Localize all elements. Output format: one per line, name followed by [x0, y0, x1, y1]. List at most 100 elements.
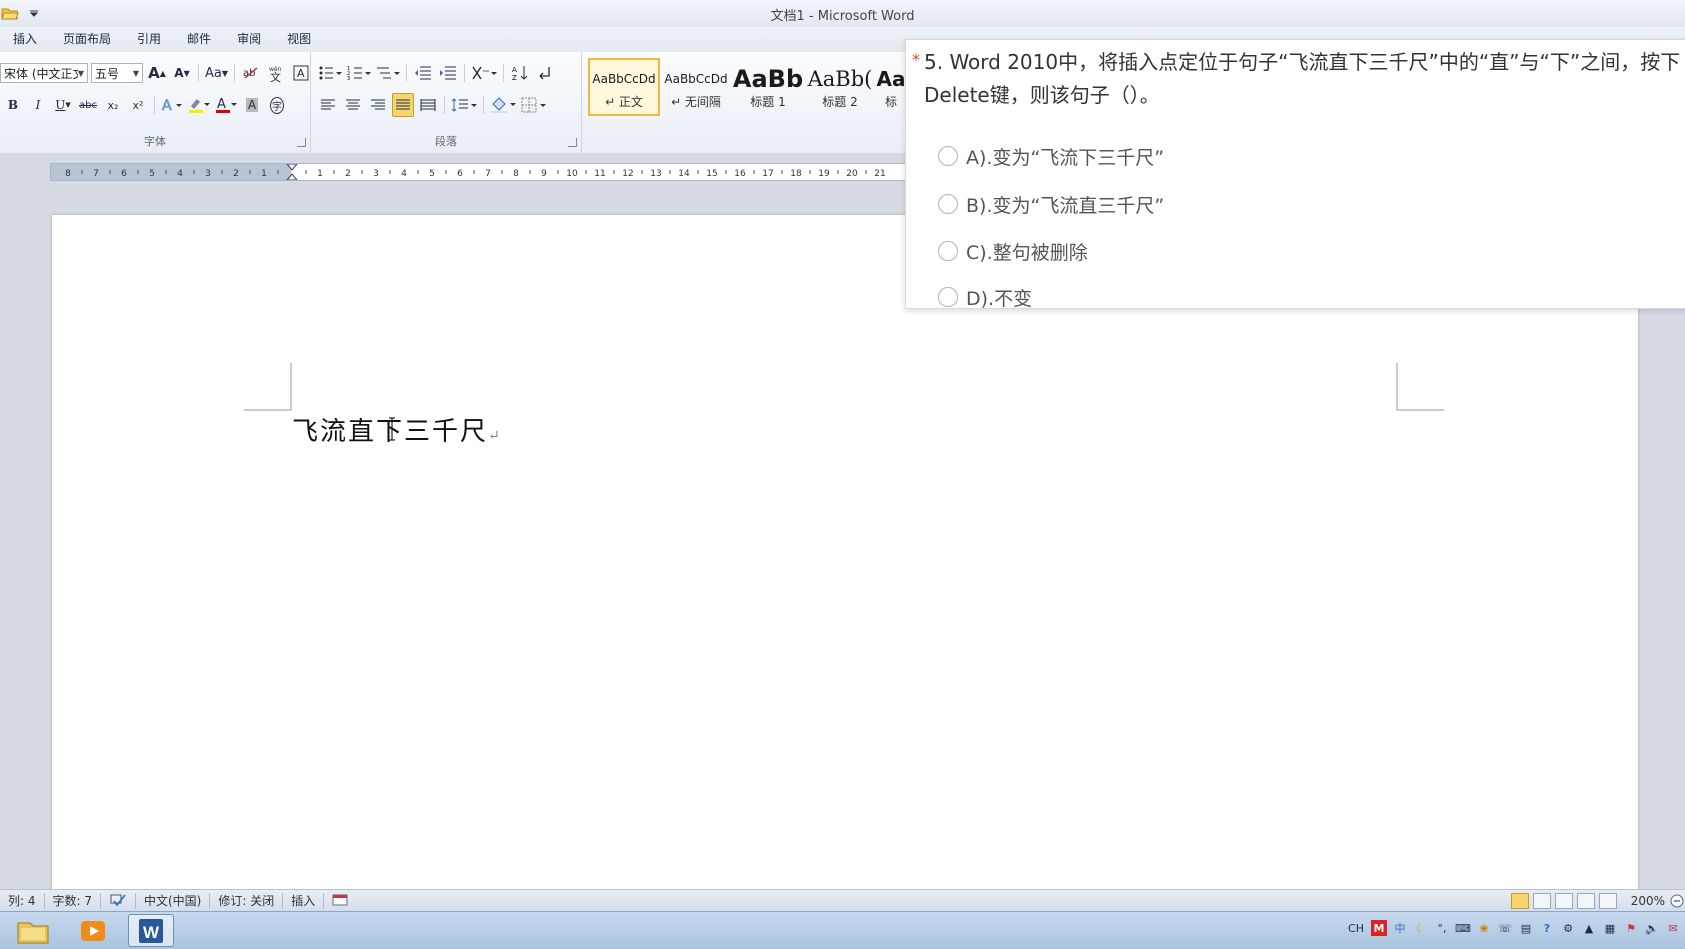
- action-center-icon[interactable]: ✉: [1665, 920, 1681, 936]
- ruler-number: 7: [485, 169, 491, 179]
- radio-c[interactable]: [938, 241, 958, 261]
- view-web-layout[interactable]: [1554, 893, 1573, 909]
- highlight-button[interactable]: [187, 93, 211, 117]
- show-hidden-icons-icon[interactable]: ▲: [1581, 920, 1597, 936]
- word-taskbar-button[interactable]: W: [128, 914, 174, 947]
- status-column[interactable]: 列: 4: [0, 893, 45, 909]
- antivirus-tray-icon[interactable]: M: [1371, 920, 1387, 936]
- status-wordcount[interactable]: 字数: 7: [45, 893, 101, 909]
- strikethrough-button[interactable]: abc: [77, 93, 99, 117]
- tab-page-layout[interactable]: 页面布局: [50, 27, 124, 52]
- option-b[interactable]: B).变为“飞流直三千尺”: [938, 190, 1164, 218]
- show-marks-button[interactable]: [534, 61, 556, 85]
- status-bar: 列: 4 字数: 7 中文(中国) 修订: 关闭 插入 200%: [0, 889, 1685, 912]
- superscript-button[interactable]: x²: [127, 93, 149, 117]
- view-print-layout[interactable]: [1510, 893, 1529, 909]
- settings-icon[interactable]: ⚙: [1560, 920, 1576, 936]
- change-case-button[interactable]: Aa ▼: [204, 61, 229, 85]
- subscript-button[interactable]: x₂: [102, 93, 124, 117]
- char-shading-button[interactable]: A: [241, 93, 263, 117]
- style-heading-1[interactable]: AaBb 标题 1: [732, 58, 804, 116]
- numbering-button[interactable]: 123: [346, 61, 372, 85]
- option-c[interactable]: C).整句被删除: [938, 237, 1088, 265]
- line-spacing-button[interactable]: [450, 93, 478, 117]
- tab-view[interactable]: 视图: [274, 27, 324, 52]
- proofing-status[interactable]: [101, 893, 136, 909]
- style-title[interactable]: Aa 标: [876, 58, 906, 116]
- document-page[interactable]: 飞流直下三千尺↵: [52, 215, 1638, 905]
- font-group-label: 字体: [144, 135, 166, 148]
- media-player-taskbar-button[interactable]: [70, 914, 116, 947]
- char-border-button[interactable]: A: [290, 61, 312, 85]
- sort-icon: AZ: [512, 66, 528, 82]
- font-size-combo[interactable]: 五号 ▼: [91, 63, 143, 83]
- tab-insert[interactable]: 插入: [0, 27, 50, 52]
- clear-format-button[interactable]: ab: [240, 61, 262, 85]
- align-left-button[interactable]: [317, 93, 339, 117]
- zoom-level[interactable]: 200%: [1631, 894, 1665, 908]
- status-language[interactable]: 中文(中国): [136, 893, 211, 909]
- macro-record[interactable]: [324, 893, 356, 909]
- radio-a[interactable]: [938, 146, 958, 166]
- tab-mailings[interactable]: 邮件: [174, 27, 224, 52]
- shading-button[interactable]: [489, 93, 517, 117]
- underline-button[interactable]: U ▼: [52, 93, 74, 117]
- margin-corner-top-right: [1396, 363, 1444, 411]
- option-c-label: C).整句被删除: [966, 241, 1088, 264]
- align-right-button[interactable]: [367, 93, 389, 117]
- increase-indent-button[interactable]: [437, 61, 459, 85]
- style-heading-2[interactable]: AaBb( 标题 2: [804, 58, 876, 116]
- tray-language[interactable]: CH: [1346, 920, 1366, 936]
- tab-review[interactable]: 审阅: [224, 27, 274, 52]
- document-tray-icon[interactable]: ▤: [1518, 920, 1534, 936]
- keyboard-icon[interactable]: ⌨: [1455, 920, 1471, 936]
- radio-b[interactable]: [938, 194, 958, 214]
- justify-button[interactable]: [392, 93, 414, 117]
- superscript-icon: x²: [132, 98, 144, 112]
- font-color-button[interactable]: A: [214, 93, 238, 117]
- radio-d[interactable]: [938, 287, 958, 307]
- paragraph-dialog-launcher[interactable]: [568, 138, 577, 147]
- network-icon[interactable]: ▦: [1602, 920, 1618, 936]
- chat-icon[interactable]: ☏: [1497, 920, 1513, 936]
- explorer-taskbar-button[interactable]: [10, 914, 56, 947]
- option-a[interactable]: A).变为“飞流下三千尺”: [938, 142, 1164, 170]
- font-dialog-launcher[interactable]: [297, 138, 306, 147]
- bold-button[interactable]: B: [2, 93, 24, 117]
- moon-icon[interactable]: ☾: [1413, 920, 1429, 936]
- enclose-char-button[interactable]: 字: [266, 93, 288, 117]
- chinese-layout-button[interactable]: [470, 61, 498, 85]
- shrink-font-button[interactable]: A ▼: [171, 61, 193, 85]
- view-outline[interactable]: [1576, 893, 1595, 909]
- option-d[interactable]: D).不变: [938, 283, 1032, 311]
- phonetic-guide-button[interactable]: wén 文: [265, 61, 287, 85]
- style-normal[interactable]: AaBbCcDd ↵ 正文: [588, 58, 660, 116]
- font-name-combo[interactable]: 宋体 (中文正文 ▼: [0, 63, 88, 83]
- text-effects-button[interactable]: A: [160, 93, 184, 117]
- style-no-spacing[interactable]: AaBbCcDd ↵ 无间隔: [660, 58, 732, 116]
- bullets-button[interactable]: [317, 61, 343, 85]
- skin-icon[interactable]: ❀: [1476, 920, 1492, 936]
- option-a-label: A).变为“飞流下三千尺”: [966, 146, 1165, 169]
- grow-font-button[interactable]: A ▲: [146, 61, 168, 85]
- status-insert-mode[interactable]: 插入: [283, 893, 325, 909]
- view-full-reading[interactable]: [1532, 893, 1551, 909]
- status-track-changes[interactable]: 修订: 关闭: [210, 893, 284, 909]
- borders-button[interactable]: [520, 93, 548, 117]
- decrease-indent-button[interactable]: [412, 61, 434, 85]
- zoom-out-icon[interactable]: [1669, 893, 1685, 909]
- flag-icon[interactable]: ⚑: [1623, 920, 1639, 936]
- tab-references[interactable]: 引用: [124, 27, 174, 52]
- align-center-button[interactable]: [342, 93, 364, 117]
- sort-button[interactable]: AZ: [509, 61, 531, 85]
- italic-button[interactable]: I: [27, 93, 49, 117]
- distributed-button[interactable]: [417, 93, 439, 117]
- multilevel-list-button[interactable]: [375, 61, 401, 85]
- volume-icon[interactable]: 🔈: [1644, 920, 1660, 936]
- view-draft[interactable]: [1598, 893, 1617, 909]
- indent-marker-icon[interactable]: [286, 164, 298, 180]
- tray-ime[interactable]: 中: [1392, 920, 1408, 936]
- punctuation-icon[interactable]: °,: [1434, 920, 1450, 936]
- help-icon[interactable]: ?: [1539, 920, 1555, 936]
- required-star: *: [912, 50, 920, 69]
